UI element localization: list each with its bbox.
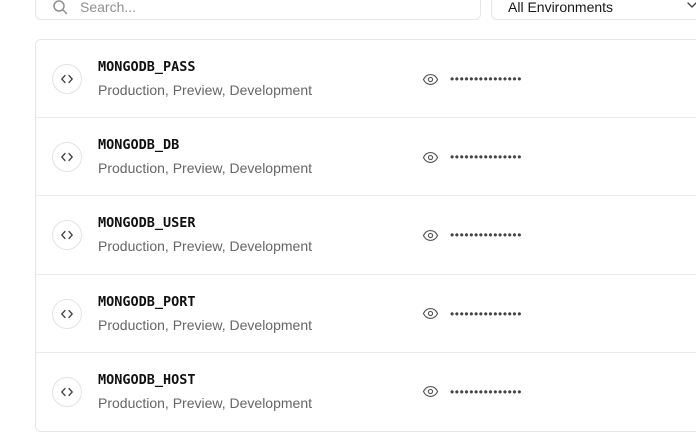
masked-value: ••••••••••••••• xyxy=(450,150,523,165)
masked-value: ••••••••••••••• xyxy=(450,72,523,86)
reveal-value-button[interactable] xyxy=(420,226,440,244)
variable-name: MONGODB_PORT xyxy=(98,293,196,310)
reveal-value-button[interactable] xyxy=(420,383,440,401)
environment-select-value: All Environments xyxy=(508,0,614,15)
search-field[interactable]: Search... xyxy=(35,0,481,20)
code-icon xyxy=(52,142,82,173)
variable-environments: Production, Preview, Development xyxy=(98,394,312,411)
reveal-value-button[interactable] xyxy=(420,305,440,323)
eye-icon xyxy=(422,229,438,241)
variable-environments: Production, Preview, Development xyxy=(98,316,312,333)
variable-name: MONGODB_DB xyxy=(98,137,180,154)
variable-environments: Production, Preview, Development xyxy=(98,238,312,255)
code-icon xyxy=(52,64,82,94)
masked-value: ••••••••••••••• xyxy=(450,384,523,399)
env-variable-list: MONGODB_PASS Production, Preview, Develo… xyxy=(35,39,696,432)
eye-icon xyxy=(422,151,438,163)
masked-value: ••••••••••••••• xyxy=(450,306,523,321)
variable-name: MONGODB_PASS xyxy=(98,59,196,75)
eye-icon xyxy=(422,73,438,85)
code-icon xyxy=(52,220,82,251)
search-input[interactable]: Search... xyxy=(80,0,136,15)
environment-select[interactable]: All Environments xyxy=(491,0,696,20)
env-variable-row[interactable]: MONGODB_PORT Production, Preview, Develo… xyxy=(36,275,696,353)
env-variable-row[interactable]: MONGODB_USER Production, Preview, Develo… xyxy=(36,196,696,275)
env-variable-row[interactable]: MONGODB_DB Production, Preview, Developm… xyxy=(36,118,696,197)
eye-icon xyxy=(422,386,438,398)
code-icon xyxy=(52,376,82,407)
reveal-value-button[interactable] xyxy=(420,148,440,166)
search-icon xyxy=(53,0,68,15)
eye-icon xyxy=(422,308,438,320)
code-icon xyxy=(52,298,82,329)
reveal-value-button[interactable] xyxy=(420,70,440,88)
chevron-down-icon xyxy=(687,2,696,8)
env-variable-row[interactable]: MONGODB_PASS Production, Preview, Develo… xyxy=(36,40,696,119)
variable-environments: Production, Preview, Development xyxy=(98,82,312,98)
env-variable-row[interactable]: MONGODB_HOST Production, Preview, Develo… xyxy=(36,353,696,431)
env-vars-page: Search... All Environments MONGODB_PASS … xyxy=(0,0,696,438)
variable-name: MONGODB_USER xyxy=(98,215,196,232)
variable-name: MONGODB_HOST xyxy=(98,371,196,388)
masked-value: ••••••••••••••• xyxy=(450,228,523,243)
variable-environments: Production, Preview, Development xyxy=(98,160,312,177)
